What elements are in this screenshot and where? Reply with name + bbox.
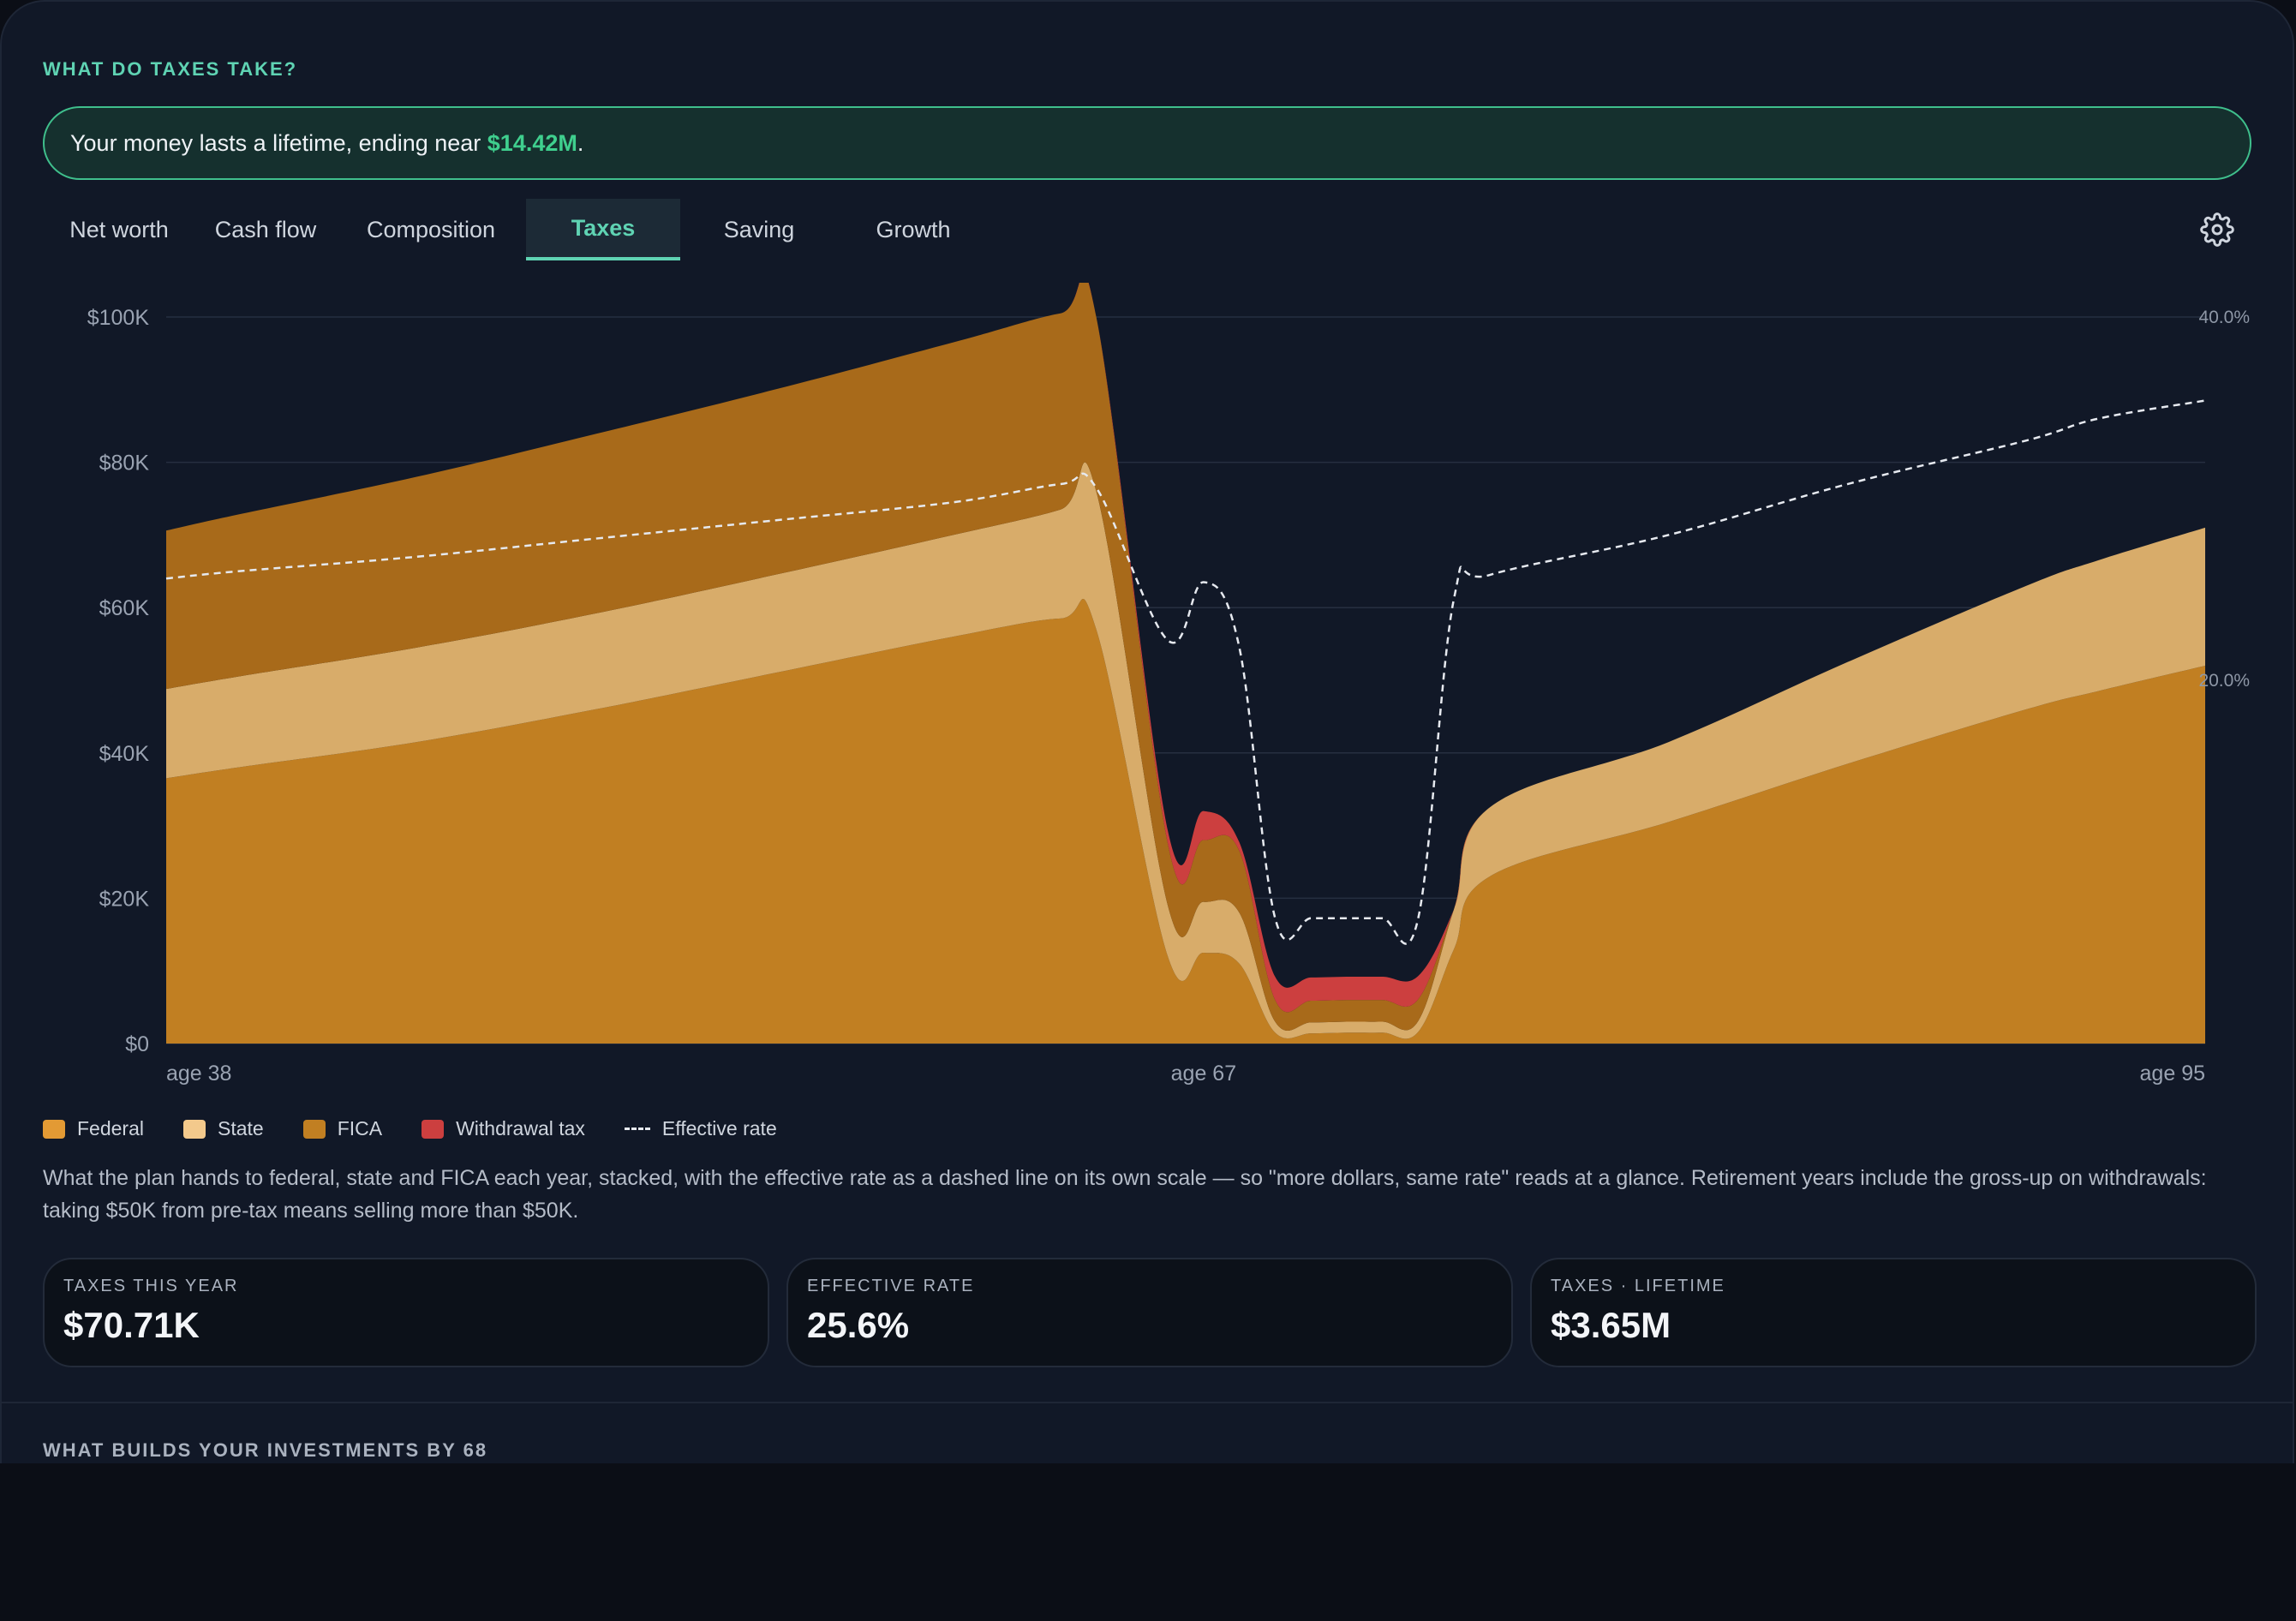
- tab-taxes[interactable]: Taxes: [526, 199, 680, 260]
- card-label: TAXES THIS YEAR: [63, 1277, 239, 1295]
- legend-withdrawal-tax[interactable]: Withdrawal tax: [422, 1117, 585, 1140]
- fica-swatch: [302, 1119, 326, 1139]
- chart-legend: Federal State FICA Withdrawal tax Effect…: [43, 1117, 816, 1140]
- legend-label: Federal: [77, 1117, 144, 1139]
- y-tick-label: $0: [125, 1032, 149, 1056]
- card-label: EFFECTIVE RATE: [807, 1277, 975, 1295]
- y2-tick-label: 20.0%: [2198, 671, 2250, 691]
- y-tick-label: $100K: [87, 306, 150, 330]
- chart-tabs: Net worth Cash flow Composition Taxes Sa…: [43, 199, 989, 260]
- legend-label: Effective rate: [661, 1117, 777, 1139]
- taxes-this-year-card: TAXES THIS YEAR $70.71K: [43, 1258, 769, 1367]
- banner-suffix: .: [577, 129, 584, 156]
- card-value: $70.71K: [63, 1305, 200, 1345]
- x-tick-label: age 95: [2140, 1062, 2205, 1086]
- card-label: TAXES · LIFETIME: [1551, 1277, 1725, 1295]
- card-value: 25.6%: [807, 1305, 910, 1345]
- withdrawal-tax-swatch: [422, 1119, 445, 1139]
- y2-tick-label: 40.0%: [2198, 308, 2250, 327]
- federal-swatch: [43, 1119, 65, 1139]
- x-tick-label: age 67: [1171, 1062, 1236, 1086]
- banner-text: Your money lasts a lifetime, ending near: [70, 129, 487, 156]
- legend-fica[interactable]: FICA: [302, 1117, 383, 1140]
- legend-label: Withdrawal tax: [456, 1117, 585, 1139]
- summary-cards: TAXES THIS YEAR $70.71K EFFECTIVE RATE 2…: [43, 1258, 2257, 1367]
- legend-federal[interactable]: Federal: [43, 1117, 144, 1140]
- next-section-title: WHAT BUILDS YOUR INVESTMENTS BY 68: [43, 1439, 488, 1461]
- effective-rate-card: EFFECTIVE RATE 25.6%: [786, 1258, 1513, 1367]
- section-title: WHAT DO TAXES TAKE?: [43, 58, 298, 80]
- dashed-line-swatch: [624, 1128, 650, 1130]
- section-divider: [0, 1402, 2294, 1403]
- lifetime-taxes-card: TAXES · LIFETIME $3.65M: [1530, 1258, 2257, 1367]
- tab-net-worth[interactable]: Net worth: [43, 199, 195, 260]
- legend-effective-rate[interactable]: Effective rate: [624, 1117, 777, 1140]
- tab-saving[interactable]: Saving: [680, 199, 838, 260]
- y-tick-label: $40K: [99, 742, 150, 766]
- y-tick-label: $80K: [99, 452, 150, 476]
- legend-label: FICA: [337, 1117, 383, 1139]
- tab-composition[interactable]: Composition: [336, 199, 526, 260]
- state-swatch: [182, 1119, 206, 1139]
- legend-state[interactable]: State: [182, 1117, 264, 1140]
- tab-cash-flow[interactable]: Cash flow: [195, 199, 336, 260]
- y-tick-label: $20K: [99, 887, 150, 911]
- x-tick-label: age 38: [166, 1062, 231, 1086]
- taxes-chart: $0 $20K $40K $60K $80K $100K 20.0% 40.0% age 38 a…: [87, 283, 2250, 1086]
- banner-ending-value: $14.42M: [487, 129, 577, 156]
- tab-growth[interactable]: Growth: [838, 199, 989, 260]
- outcome-banner: Your money lasts a lifetime, ending near…: [43, 106, 2251, 180]
- gear-icon[interactable]: [2200, 212, 2234, 247]
- card-value: $3.65M: [1551, 1305, 1671, 1345]
- y-tick-label: $60K: [99, 596, 150, 620]
- chart-description: What the plan hands to federal, state an…: [43, 1166, 2207, 1223]
- legend-label: State: [217, 1117, 264, 1139]
